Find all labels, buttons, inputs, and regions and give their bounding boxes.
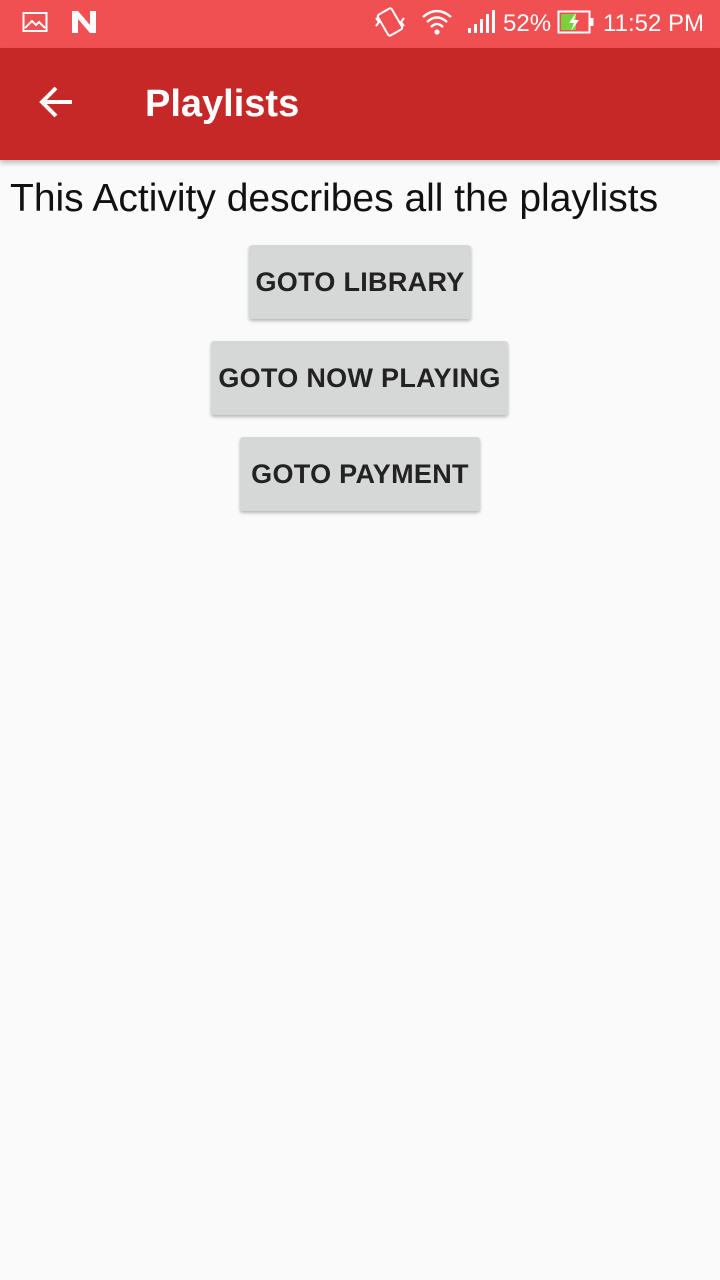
arrow-back-icon — [38, 85, 74, 124]
signal-icon — [467, 9, 497, 39]
wifi-icon — [421, 7, 453, 42]
goto-library-button[interactable]: GOTO LIBRARY — [249, 245, 471, 319]
goto-payment-button[interactable]: GOTO PAYMENT — [240, 437, 480, 511]
status-bar: 52% 11:52 PM — [0, 0, 720, 48]
battery-percent: 52% — [503, 10, 552, 37]
app-bar: Playlists — [0, 48, 720, 160]
description-text: This Activity describes all the playlist… — [10, 177, 659, 220]
n-notification-icon — [70, 9, 98, 40]
vibrate-icon — [373, 6, 407, 43]
clock: 11:52 PM — [603, 10, 704, 37]
page-title: Playlists — [145, 82, 300, 125]
back-button[interactable] — [0, 48, 112, 160]
goto-now-playing-button[interactable]: GOTO NOW PLAYING — [211, 341, 508, 415]
battery-charging-icon — [557, 10, 595, 39]
image-notification-icon — [22, 11, 48, 38]
